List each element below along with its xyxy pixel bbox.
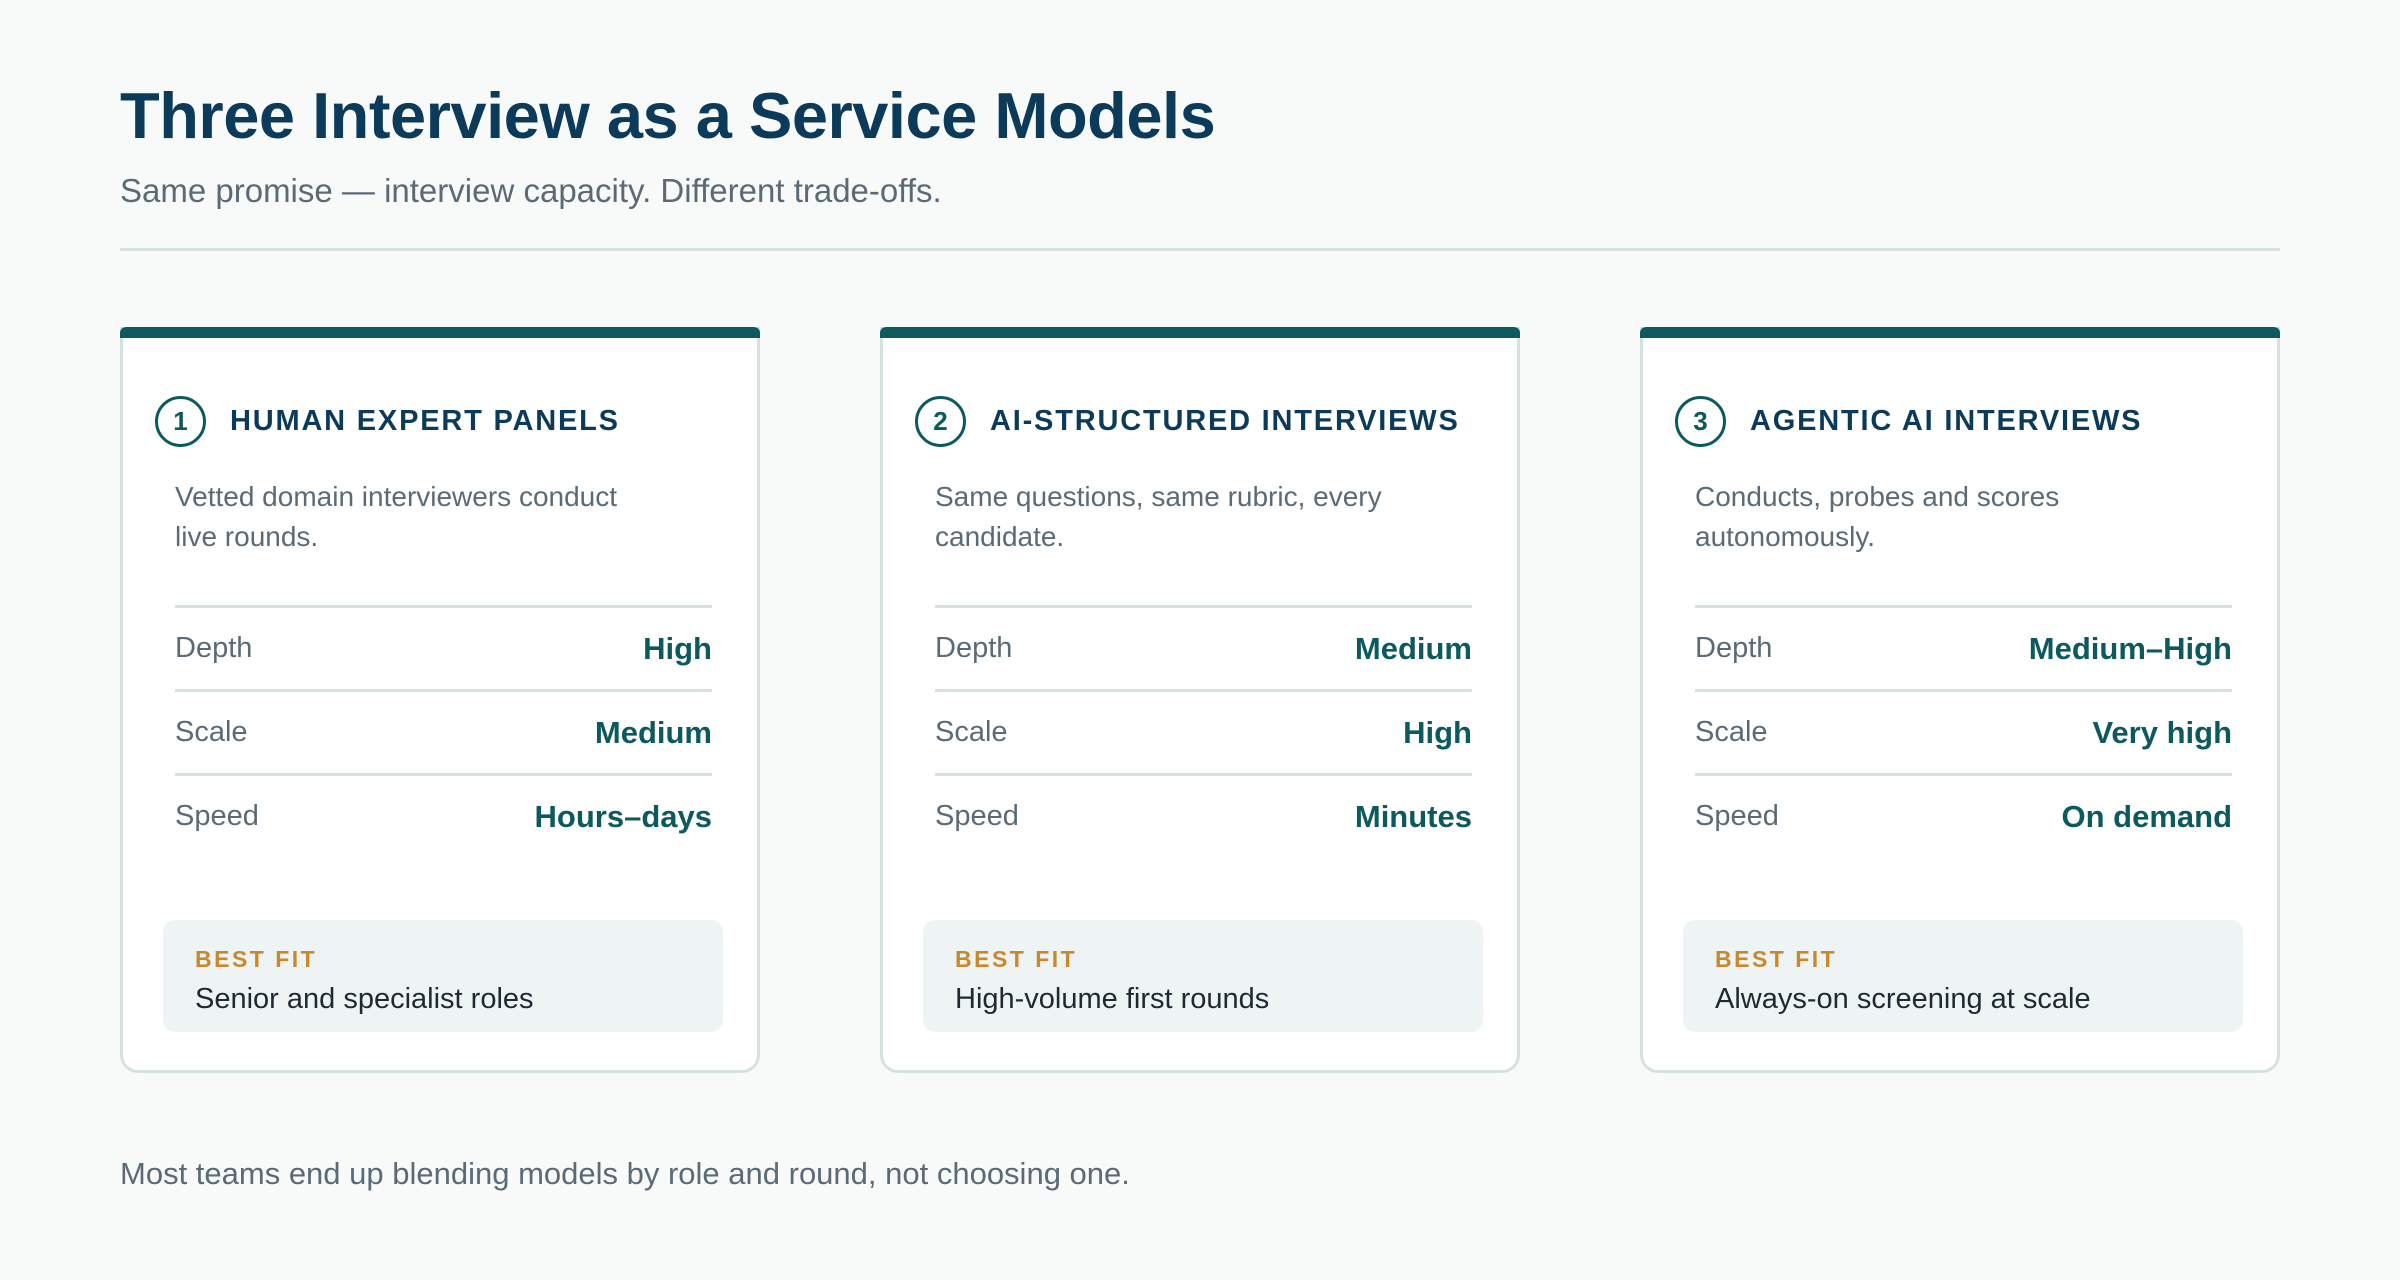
metric-value: Very high: [2092, 714, 2232, 750]
best-fit-label: BEST FIT: [195, 946, 318, 972]
metric-row-scale: Scale Medium: [175, 692, 712, 776]
card-accent-bar: [1640, 327, 2280, 338]
metric-value: Minutes: [1354, 798, 1472, 834]
metric-row-depth: Depth Medium–High: [1695, 608, 2232, 692]
metric-value: Medium: [1354, 630, 1472, 666]
page-subtitle: Same promise — interview capacity. Diffe…: [120, 172, 942, 209]
metric-row-speed: Speed On demand: [1695, 776, 2232, 857]
card-header: 3 AGENTIC AI INTERVIEWS: [1675, 393, 2142, 449]
model-card-ai-structured-interviews: 2 AI-STRUCTURED INTERVIEWS Same question…: [880, 327, 1520, 1073]
best-fit-label: BEST FIT: [955, 946, 1078, 972]
card-accent-bar: [880, 327, 1520, 338]
card-description: Vetted domain interviewers conduct live …: [175, 481, 618, 552]
metrics-table: Depth Medium–High Scale Very high Speed …: [1695, 605, 2232, 857]
number-badge: 1: [155, 395, 206, 447]
metric-row-speed: Speed Minutes: [935, 776, 1472, 857]
card-description: Conducts, probes and scores autonomously…: [1695, 481, 2060, 552]
model-cards: 1 HUMAN EXPERT PANELS Vetted domain inte…: [120, 327, 2280, 1073]
metric-label: Depth: [935, 632, 1013, 664]
metric-value: High: [1403, 714, 1472, 750]
number-badge: 3: [1675, 395, 1726, 447]
metric-value: Medium: [594, 714, 712, 750]
metric-label: Depth: [175, 632, 253, 664]
metric-value: On demand: [2061, 798, 2232, 834]
best-fit-value: Senior and specialist roles: [195, 983, 534, 1015]
metric-label: Speed: [175, 800, 259, 832]
card-header: 2 AI-STRUCTURED INTERVIEWS: [915, 393, 1460, 449]
metric-label: Scale: [935, 716, 1008, 748]
metric-row-scale: Scale Very high: [1695, 692, 2232, 776]
card-title: HUMAN EXPERT PANELS: [230, 404, 620, 437]
metric-label: Speed: [935, 800, 1019, 832]
page: Three Interview as a Service Models Same…: [120, 0, 2280, 1280]
metric-label: Speed: [1695, 800, 1779, 832]
model-card-agentic-ai-interviews: 3 AGENTIC AI INTERVIEWS Conducts, probes…: [1640, 327, 2280, 1073]
metric-row-scale: Scale High: [935, 692, 1472, 776]
best-fit-box: BEST FIT Senior and specialist roles: [163, 920, 723, 1032]
page-title: Three Interview as a Service Models: [120, 79, 1216, 152]
number-badge: 2: [915, 395, 966, 447]
metric-label: Scale: [1695, 716, 1768, 748]
metric-value: Hours–days: [534, 798, 712, 834]
best-fit-value: High-volume first rounds: [955, 983, 1270, 1015]
metrics-table: Depth Medium Scale High Speed Minutes: [935, 605, 1472, 857]
metric-row-speed: Speed Hours–days: [175, 776, 712, 857]
metric-label: Depth: [1695, 632, 1773, 664]
model-card-human-expert-panels: 1 HUMAN EXPERT PANELS Vetted domain inte…: [120, 327, 760, 1073]
card-accent-bar: [120, 327, 760, 338]
card-title: AGENTIC AI INTERVIEWS: [1750, 404, 2143, 437]
header-divider: [120, 248, 2280, 251]
best-fit-box: BEST FIT High-volume first rounds: [923, 920, 1483, 1032]
metrics-table: Depth High Scale Medium Speed Hours–days: [175, 605, 712, 857]
metric-value: Medium–High: [2028, 630, 2232, 666]
metric-row-depth: Depth High: [175, 608, 712, 692]
metric-row-depth: Depth Medium: [935, 608, 1472, 692]
best-fit-value: Always-on screening at scale: [1715, 983, 2091, 1015]
card-description: Same questions, same rubric, every candi…: [935, 481, 1382, 552]
metric-value: High: [643, 630, 712, 666]
card-header: 1 HUMAN EXPERT PANELS: [155, 393, 620, 449]
best-fit-label: BEST FIT: [1715, 946, 1838, 972]
card-title: AI-STRUCTURED INTERVIEWS: [990, 404, 1460, 437]
footer-note: Most teams end up blending models by rol…: [120, 1156, 1130, 1191]
best-fit-box: BEST FIT Always-on screening at scale: [1683, 920, 2243, 1032]
metric-label: Scale: [175, 716, 248, 748]
